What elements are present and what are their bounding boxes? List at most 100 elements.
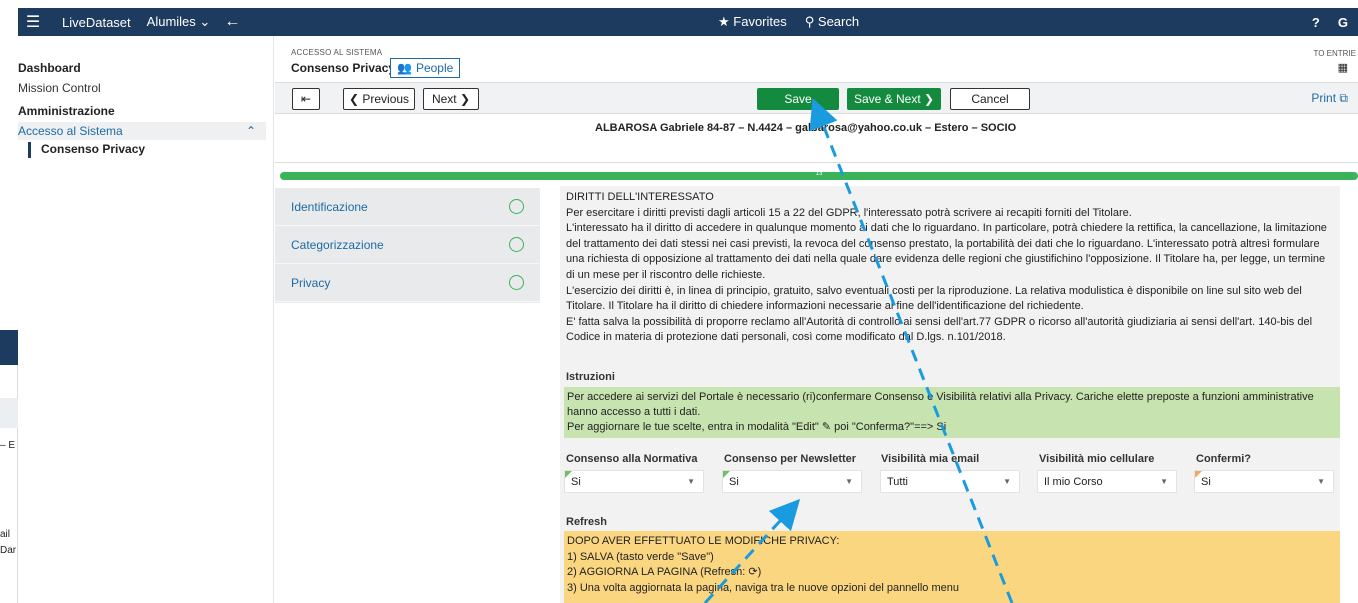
sidebar-item-dashboard[interactable]: Dashboard [18, 61, 81, 75]
field-label-consenso-newsletter: Consenso per Newsletter [724, 453, 857, 465]
save-next-button[interactable]: Save & Next ❯ [847, 88, 941, 110]
field-label-consenso-normativa: Consenso alla Normativa [566, 453, 698, 465]
grid-icon[interactable]: ▦ [1338, 61, 1348, 74]
step-identificazione[interactable]: Identificazione [275, 188, 540, 226]
select-consenso-normativa[interactable]: Si ▼ [564, 470, 704, 493]
star-icon: ★ [718, 14, 730, 29]
step-privacy[interactable]: Privacy [275, 264, 540, 302]
member-info: ALBAROSA Gabriele 84-87 – N.4424 – galba… [595, 122, 1017, 134]
refresh-line-1: DOPO AVER EFFETTUATO LE MODIFICHE PRIVAC… [567, 535, 840, 547]
select-confermi[interactable]: Si ▼ [1194, 470, 1334, 493]
sidebar-section-amministrazione: Amministrazione [18, 104, 115, 118]
search-link[interactable]: ⚲ Search [805, 14, 859, 30]
alumiles-label: Alumiles [146, 14, 196, 29]
step-label: Privacy [291, 275, 331, 290]
chevron-up-icon: ⌃ [245, 124, 256, 138]
people-label: People [415, 61, 454, 75]
top-bar: ☰ LiveDataset Alumiles ⌄ ← ★ Favorites ⚲… [0, 0, 1358, 36]
breadcrumb: ACCESSO AL SISTEMA [291, 48, 383, 57]
field-label-confermi: Confermi? [1196, 453, 1251, 465]
background-window-text-1: – E [0, 440, 16, 451]
step-status-circle-icon [509, 275, 524, 290]
select-consenso-newsletter[interactable]: Si ▼ [722, 470, 862, 493]
rights-title: DIRITTI DELL'INTERESSATO [566, 191, 714, 203]
instructions-line-1: Per accedere ai servizi del Portale è ne… [567, 391, 1314, 418]
instructions-label: Istruzioni [566, 371, 615, 383]
step-status-circle-icon [509, 199, 524, 214]
save-button[interactable]: Save [757, 88, 839, 110]
sidebar-item-consenso-privacy[interactable]: Consenso Privacy [28, 142, 145, 158]
select-visibilita-cellulare[interactable]: Il mio Corso ▼ [1037, 470, 1177, 493]
top-center: ★ Favorites ⚲ Search [718, 14, 859, 30]
collapse-icon: ⇤ [300, 92, 312, 106]
refresh-box: DOPO AVER EFFETTUATO LE MODIFICHE PRIVAC… [564, 531, 1340, 603]
wizard-steps: Identificazione Categorizzazione Privacy [275, 188, 540, 303]
step-label: Categorizzazione [291, 237, 384, 252]
user-avatar[interactable]: G [1338, 15, 1348, 30]
page-title: Consenso Privacy [291, 61, 396, 75]
chevron-down-icon: ⌄ [199, 14, 211, 29]
print-label: Print [1311, 91, 1337, 105]
select-value: Si [729, 475, 739, 488]
sidebar-item-mission-control[interactable]: Mission Control [18, 81, 101, 95]
people-icon: 👥 [397, 61, 412, 75]
people-button[interactable]: 👥 People [390, 58, 461, 78]
caret-down-icon: ▼ [1317, 477, 1325, 486]
search-label: Search [817, 14, 860, 29]
previous-button[interactable]: ❮ Previous [343, 88, 415, 110]
toolbar: ⇤ ❮ Previous Next ❯ Save Save & Next ❯ C… [275, 82, 1358, 114]
select-value: Tutti [887, 475, 908, 488]
next-button[interactable]: Next ❯ [423, 88, 479, 110]
sidebar-item-accesso[interactable]: Accesso al Sistema ⌃ [18, 122, 266, 140]
required-marker [1195, 471, 1202, 478]
background-window-text-3: Dar [0, 545, 17, 556]
select-visibilita-email[interactable]: Tutti ▼ [880, 470, 1020, 493]
previous-label: Previous [362, 92, 410, 106]
top-right: ? G [1312, 15, 1348, 30]
alumiles-dropdown[interactable]: Alumiles ⌄ [147, 14, 211, 30]
collapse-panel-button[interactable]: ⇤ [292, 88, 320, 110]
progress-label: 13 [815, 171, 823, 177]
caret-down-icon: ▼ [845, 477, 853, 486]
caret-down-icon: ▼ [1160, 477, 1168, 486]
rights-paragraph-1: Per esercitare i diritti previsti dagli … [566, 206, 1132, 219]
step-categorizzazione[interactable]: Categorizzazione [275, 226, 540, 264]
caret-down-icon: ▼ [687, 477, 695, 486]
background-window-header [0, 330, 18, 365]
rights-paragraph-4: E' fatta salva la possibilità di proporr… [566, 315, 1313, 344]
menu-icon[interactable]: ☰ [18, 8, 48, 36]
changed-marker [723, 471, 730, 478]
divider [275, 162, 1358, 163]
refresh-label: Refresh [566, 516, 607, 528]
sidebar: Dashboard Mission Control Amministrazion… [18, 36, 274, 603]
rights-paragraph-2: L'interessato ha il diritto di accedere … [566, 222, 1327, 281]
select-value: Si [571, 475, 581, 488]
instructions-line-2: Per aggiornare le tue scelte, entra in m… [567, 421, 947, 433]
cancel-button[interactable]: Cancel [950, 88, 1030, 110]
instructions-box: Per accedere ai servizi del Portale è ne… [564, 387, 1340, 438]
background-window-row [0, 398, 18, 428]
rights-paragraph-3: L'esercizio dei diritti è, in linea di p… [566, 284, 1302, 313]
help-button[interactable]: ? [1312, 15, 1320, 30]
step-label: Identificazione [291, 199, 368, 214]
progress-bar: 13 [280, 171, 1358, 180]
field-label-visibilita-email: Visibilità mia email [881, 453, 980, 465]
print-link[interactable]: Print ⧉ [1311, 91, 1348, 106]
caret-down-icon: ▼ [1003, 477, 1011, 486]
favorites-link[interactable]: ★ Favorites [718, 14, 787, 30]
privacy-form: DIRITTI DELL'INTERESSATO Per esercitare … [560, 186, 1340, 603]
save-next-label: Save & Next [853, 92, 921, 106]
step-status-circle-icon [509, 237, 524, 252]
brand-link[interactable]: LiveDataset [62, 15, 131, 30]
refresh-line-2: 1) SALVA (tasto verde "Save") [567, 550, 714, 563]
back-arrow-icon[interactable]: ← [224, 13, 240, 31]
next-label: Next [431, 92, 457, 106]
select-value: Si [1201, 475, 1211, 488]
chevron-left-icon: ❮ [348, 92, 360, 106]
refresh-line-3: 2) AGGIORNA LA PAGINA (Refresh: ⟳) [567, 566, 762, 578]
rights-text: DIRITTI DELL'INTERESSATO Per esercitare … [566, 190, 1336, 346]
top-nav: ☰ LiveDataset Alumiles ⌄ ← ★ Favorites ⚲… [18, 8, 1358, 36]
refresh-line-4: 3) Una volta aggiornata la pagina, navig… [567, 581, 959, 594]
background-window-text-2: ail [0, 529, 11, 540]
field-label-visibilita-cellulare: Visibilità mio cellulare [1039, 453, 1155, 465]
